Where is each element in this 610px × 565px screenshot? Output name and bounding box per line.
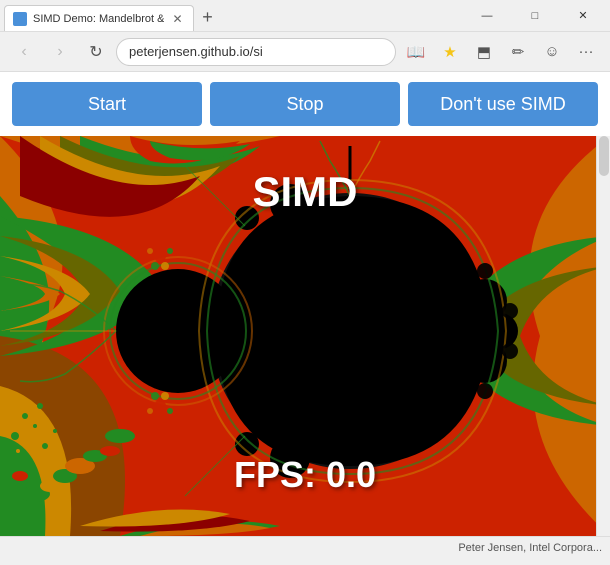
scrollbar-thumb[interactable] (599, 136, 609, 176)
title-bar: SIMD Demo: Mandelbrot & ✕ + — □ ✕ (0, 0, 610, 32)
address-bar[interactable]: peterjensen.github.io/si (116, 38, 396, 66)
no-simd-button[interactable]: Don't use SIMD (408, 82, 598, 126)
favorites-button[interactable]: ★ (434, 36, 466, 68)
tab-label: SIMD Demo: Mandelbrot & (33, 13, 164, 25)
tab-close-icon[interactable]: ✕ (170, 12, 184, 26)
new-tab-button[interactable]: + (194, 3, 222, 31)
status-text: Peter Jensen, Intel Corpora... (458, 542, 602, 554)
close-button[interactable]: ✕ (560, 0, 606, 32)
refresh-icon: ↻ (89, 42, 102, 62)
star-icon: ★ (443, 43, 456, 61)
more-icon: ··· (579, 43, 594, 60)
start-button[interactable]: Start (12, 82, 202, 126)
cortana-button[interactable]: ☺ (536, 36, 568, 68)
share-button[interactable]: ⬒ (468, 36, 500, 68)
reading-icon: 📖 (407, 43, 426, 61)
stop-button[interactable]: Stop (210, 82, 400, 126)
window-controls: — □ ✕ (464, 0, 606, 32)
back-button[interactable]: ‹ (8, 36, 40, 68)
browser-tab[interactable]: SIMD Demo: Mandelbrot & ✕ (4, 5, 194, 31)
status-bar: Peter Jensen, Intel Corpora... (0, 536, 610, 558)
toolbar: Start Stop Don't use SIMD (0, 72, 610, 136)
nav-actions: 📖 ★ ⬒ ✏ ☺ ··· (400, 36, 602, 68)
more-button[interactable]: ··· (570, 36, 602, 68)
maximize-button[interactable]: □ (512, 0, 558, 32)
canvas-area: SIMD FPS: 0.0 (0, 136, 610, 536)
forward-button[interactable]: › (44, 36, 76, 68)
mandelbrot-canvas (0, 136, 610, 536)
address-text: peterjensen.github.io/si (129, 44, 383, 59)
minimize-button[interactable]: — (464, 0, 510, 32)
forward-icon: › (57, 43, 62, 61)
nav-bar: ‹ › ↻ peterjensen.github.io/si 📖 ★ ⬒ ✏ ☺… (0, 32, 610, 72)
share-icon: ⬒ (477, 43, 491, 61)
tab-favicon (13, 12, 27, 26)
refresh-button[interactable]: ↻ (80, 36, 112, 68)
note-icon: ✏ (512, 43, 525, 61)
web-note-button[interactable]: ✏ (502, 36, 534, 68)
scrollbar[interactable] (596, 136, 610, 536)
reading-mode-button[interactable]: 📖 (400, 36, 432, 68)
tab-area: SIMD Demo: Mandelbrot & ✕ + (4, 0, 464, 31)
back-icon: ‹ (21, 43, 26, 61)
cortana-icon: ☺ (544, 43, 559, 60)
